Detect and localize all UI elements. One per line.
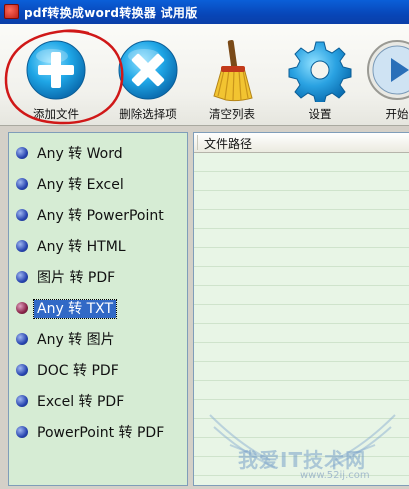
grid-line [194, 171, 409, 172]
grid-line [194, 247, 409, 248]
start-button[interactable]: 开始 [365, 24, 409, 124]
settings-button[interactable]: 设置 [280, 24, 360, 124]
title-bar: pdf转换成word转换器 试用版 [0, 0, 409, 24]
delete-icon [116, 38, 180, 102]
conversion-item[interactable]: Any 转 Excel [9, 172, 187, 198]
radio-dot-icon [16, 271, 28, 283]
grid-line [194, 380, 409, 381]
grid-line [194, 361, 409, 362]
conversion-item-label: DOC 转 PDF [37, 363, 119, 379]
radio-dot-icon [16, 240, 28, 252]
file-list[interactable]: 文件路径 [193, 132, 409, 486]
radio-dot-icon [16, 426, 28, 438]
radio-dot-icon [16, 333, 28, 345]
toolbar: 添加文件 删除选择项 清空列表 设置 开始 [0, 24, 409, 126]
clear-list-label: 清空列表 [209, 107, 255, 121]
file-path-column-header[interactable]: 文件路径 [194, 133, 409, 153]
watermark-text: 我爱IT技术网 [238, 448, 367, 472]
grid-line [194, 285, 409, 286]
grid-line [194, 228, 409, 229]
conversion-item[interactable]: Excel 转 PDF [9, 389, 187, 415]
radio-dot-icon [16, 178, 28, 190]
conversion-item-label: PowerPoint 转 PDF [37, 425, 165, 441]
conversion-item-label: Excel 转 PDF [37, 394, 125, 410]
grid-line [194, 323, 409, 324]
column-separator [197, 135, 198, 150]
grid-line [194, 209, 409, 210]
radio-dot-icon [16, 209, 28, 221]
radio-dot-icon [16, 302, 28, 314]
add-file-button[interactable]: 添加文件 [16, 24, 96, 124]
clear-list-button[interactable]: 清空列表 [192, 24, 272, 124]
file-path-header-label: 文件路径 [204, 137, 253, 151]
conversion-list: Any 转 Word Any 转 Excel Any 转 PowerPoint Any… [8, 132, 188, 486]
play-icon [365, 38, 409, 102]
conversion-item[interactable]: Any 转 PowerPoint [9, 203, 187, 229]
radio-dot-icon [16, 395, 28, 407]
broom-icon [200, 38, 264, 102]
start-label: 开始 [385, 107, 409, 121]
conversion-item-label: Any 转 TXT [32, 299, 118, 319]
grid-line [194, 437, 409, 438]
conversion-item[interactable]: 图片 转 PDF [9, 265, 187, 291]
conversion-item[interactable]: PowerPoint 转 PDF [9, 420, 187, 446]
grid-line [194, 342, 409, 343]
conversion-item-label: 图片 转 PDF [37, 270, 116, 286]
grid-line [194, 190, 409, 191]
conversion-item-label: Any 转 PowerPoint [37, 208, 164, 224]
app-icon [4, 4, 19, 19]
gear-icon [288, 38, 352, 102]
grid-line [194, 418, 409, 419]
conversion-item-label: Any 转 图片 [37, 332, 115, 348]
grid-line [194, 304, 409, 305]
add-file-label: 添加文件 [33, 107, 79, 121]
conversion-item-label: Any 转 HTML [37, 239, 126, 255]
delete-selected-label: 删除选择项 [119, 107, 177, 121]
conversion-item[interactable]: Any 转 图片 [9, 327, 187, 353]
radio-dot-icon [16, 147, 28, 159]
settings-label: 设置 [308, 107, 332, 121]
conversion-item-label: Any 转 Excel [37, 177, 124, 193]
conversion-item[interactable]: Any 转 HTML [9, 234, 187, 260]
conversion-item[interactable]: Any 转 TXT [9, 296, 187, 322]
conversion-item[interactable]: Any 转 Word [9, 141, 187, 167]
window-title: pdf转换成word转换器 试用版 [24, 6, 198, 20]
grid-line [194, 266, 409, 267]
main-area: Any 转 Word Any 转 Excel Any 转 PowerPoint Any… [0, 126, 409, 489]
grid-line [194, 399, 409, 400]
delete-selected-button[interactable]: 删除选择项 [106, 24, 190, 124]
conversion-item[interactable]: DOC 转 PDF [9, 358, 187, 384]
conversion-item-label: Any 转 Word [37, 146, 123, 162]
watermark-url: www.52ij.com [300, 470, 370, 481]
radio-dot-icon [16, 364, 28, 376]
add-icon [24, 38, 88, 102]
